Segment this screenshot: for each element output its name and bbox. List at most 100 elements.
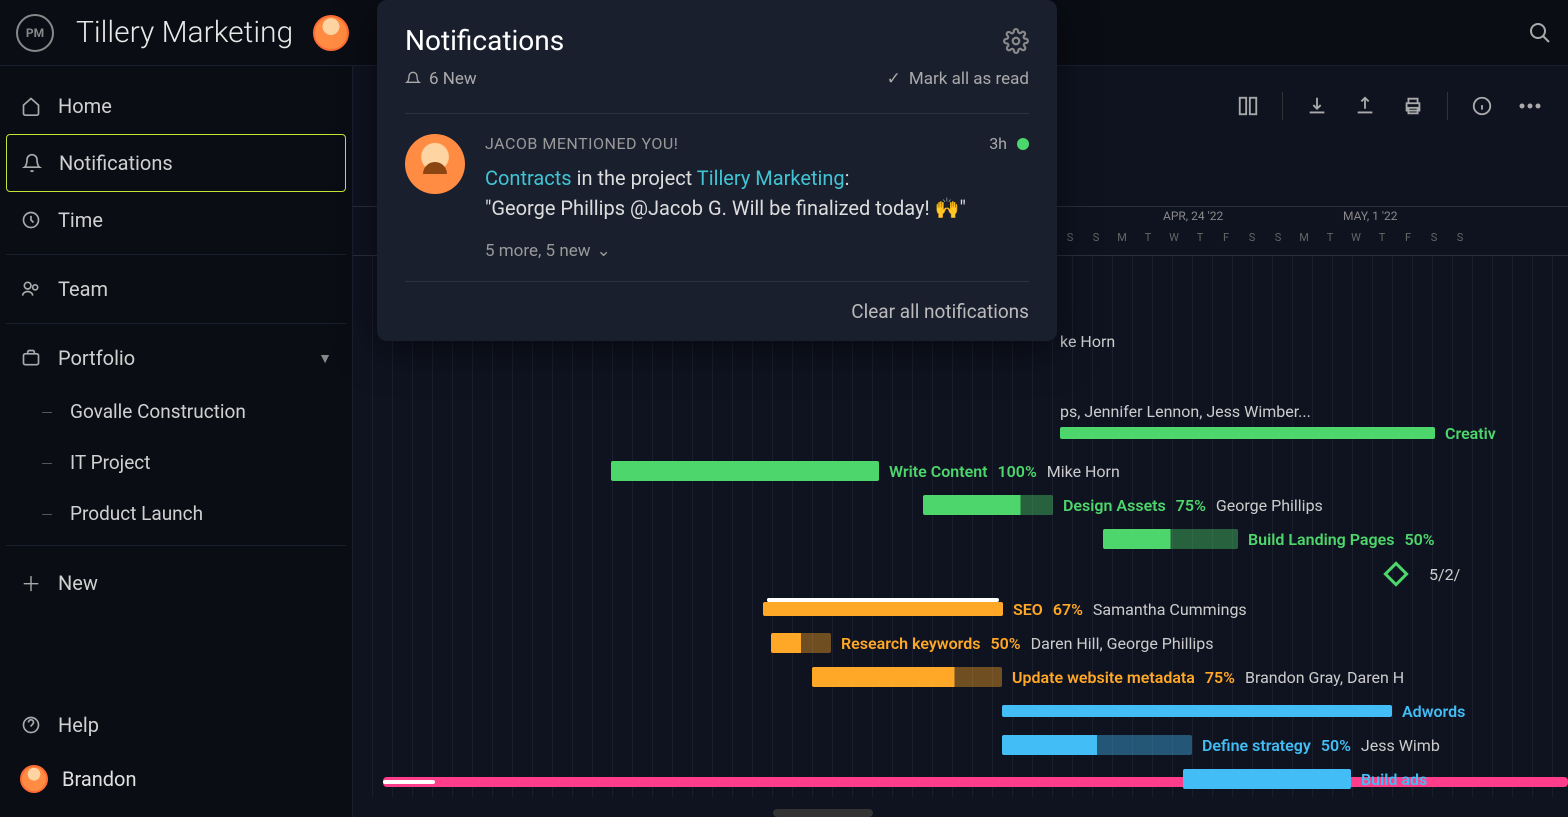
- timeline-day: S: [1086, 231, 1106, 244]
- gantt-row[interactable]: Design Assets75%George Phillips: [923, 490, 1323, 520]
- gantt-row[interactable]: Research keywords50%Daren Hill, George P…: [771, 628, 1214, 658]
- gantt-row[interactable]: Build Landing Pages50%: [1103, 524, 1435, 554]
- sidebar-user[interactable]: Brandon: [6, 753, 346, 805]
- sidebar-item-label: New: [58, 571, 98, 595]
- notification-link[interactable]: Tillery Marketing: [697, 166, 845, 190]
- portfolio-child-product[interactable]: Product Launch: [20, 488, 346, 539]
- sidebar-item-label: Help: [58, 713, 99, 737]
- toolbar: [1234, 92, 1568, 120]
- grid-icon[interactable]: [1234, 92, 1262, 120]
- task-percent: 50%: [991, 634, 1021, 653]
- unread-dot-icon: [1017, 138, 1029, 150]
- gantt-bar[interactable]: [1103, 529, 1238, 549]
- sidebar-item-help[interactable]: Help: [6, 697, 346, 753]
- gantt-row[interactable]: Define strategy50%Jess Wimb: [1002, 730, 1440, 760]
- users-icon: [20, 279, 42, 299]
- gantt-row[interactable]: Build ads: [1183, 764, 1427, 794]
- timeline-day: W: [1164, 231, 1184, 244]
- sidebar-item-label: Notifications: [59, 151, 173, 175]
- gantt-row[interactable]: ke Horn: [1060, 326, 1115, 356]
- gantt-bar[interactable]: [1002, 705, 1392, 717]
- bell-icon: [21, 153, 43, 173]
- timeline-day: M: [1112, 231, 1132, 244]
- gantt-row[interactable]: 5/2/: [1387, 559, 1460, 589]
- timeline-day: T: [1372, 231, 1392, 244]
- timeline-day: S: [1060, 231, 1080, 244]
- mark-all-read-button[interactable]: ✓ Mark all as read: [887, 69, 1029, 89]
- timeline-day: T: [1190, 231, 1210, 244]
- sidebar-item-label: Team: [58, 277, 108, 301]
- notification-link[interactable]: Contracts: [485, 166, 572, 190]
- avatar-icon[interactable]: [313, 15, 349, 51]
- timeline-day: F: [1216, 231, 1236, 244]
- task-assignees: Brandon Gray, Daren H: [1245, 668, 1404, 687]
- gantt-row[interactable]: SEO67%Samantha Cummings: [763, 594, 1247, 624]
- timeline-day: S: [1450, 231, 1470, 244]
- task-percent: 75%: [1176, 496, 1206, 515]
- portfolio-child-govalle[interactable]: Govalle Construction: [20, 386, 346, 437]
- bell-icon: [405, 71, 421, 87]
- gantt-bar[interactable]: [1060, 427, 1435, 439]
- task-name: Define strategy: [1202, 736, 1311, 755]
- task-name: Build ads: [1361, 770, 1427, 789]
- gantt-bar[interactable]: [1183, 769, 1351, 789]
- timeline-day: T: [1320, 231, 1340, 244]
- notification-item[interactable]: JACOB MENTIONED YOU! 3h Contracts in the…: [405, 113, 1029, 261]
- sidebar-item-portfolio[interactable]: Portfolio ▼: [6, 330, 346, 386]
- gear-icon[interactable]: [1003, 28, 1029, 54]
- clear-all-button[interactable]: Clear all notifications: [405, 281, 1029, 323]
- download-icon[interactable]: [1303, 92, 1331, 120]
- upload-icon[interactable]: [1351, 92, 1379, 120]
- gantt-row[interactable]: Update website metadata 75% Brandon Gray, …: [812, 662, 1404, 692]
- sidebar-item-notifications[interactable]: Notifications: [6, 134, 346, 192]
- sidebar-item-team[interactable]: Team: [6, 261, 346, 317]
- home-icon: [20, 96, 42, 116]
- gantt-row[interactable]: Write Content100%Mike Horn: [611, 456, 1120, 486]
- show-more-button[interactable]: 5 more, 5 new ⌄: [485, 241, 1029, 261]
- sidebar-item-label: Portfolio: [58, 346, 135, 370]
- task-percent: 75%: [1205, 668, 1235, 687]
- chevron-down-icon: ▼: [318, 350, 332, 367]
- app-logo[interactable]: PM: [16, 14, 54, 52]
- notification-message: Contracts in the project Tillery Marketi…: [485, 163, 1029, 223]
- plus-icon: ＋: [20, 568, 42, 597]
- sidebar-item-new[interactable]: ＋ New: [6, 552, 346, 613]
- notifications-title: Notifications: [405, 24, 564, 57]
- briefcase-icon: [20, 348, 42, 368]
- timeline-day: S: [1424, 231, 1444, 244]
- milestone-label: 5/2/: [1429, 565, 1460, 584]
- gantt-bar[interactable]: [923, 495, 1053, 515]
- task-name: Design Assets: [1063, 496, 1166, 515]
- task-name: Build Landing Pages: [1248, 530, 1394, 549]
- task-percent: 100%: [998, 462, 1037, 481]
- sidebar-item-home[interactable]: Home: [6, 78, 346, 134]
- sidebar-item-label: Time: [58, 208, 103, 232]
- task-name: Adwords: [1402, 702, 1465, 721]
- gantt-bar[interactable]: [1002, 735, 1192, 755]
- sidebar-item-time[interactable]: Time: [6, 192, 346, 248]
- task-assignees: Daren Hill, George Phillips: [1031, 634, 1214, 653]
- gantt-row[interactable]: Creativ: [1060, 418, 1496, 448]
- gantt-bar[interactable]: [771, 633, 831, 653]
- more-icon[interactable]: [1516, 92, 1544, 120]
- timeline-month: MAY, 1 '22: [1343, 209, 1397, 223]
- gantt-bar[interactable]: [812, 667, 1002, 687]
- gantt-bar[interactable]: [763, 602, 1003, 616]
- task-name: Update website metadata: [1012, 668, 1195, 687]
- milestone-icon: [1383, 561, 1408, 586]
- horizontal-scrollbar[interactable]: [773, 809, 873, 817]
- task-percent: 50%: [1321, 736, 1351, 755]
- gantt-row[interactable]: Adwords: [1002, 696, 1465, 726]
- print-icon[interactable]: [1399, 92, 1427, 120]
- timeline-day: S: [1268, 231, 1288, 244]
- check-icon: ✓: [887, 69, 901, 89]
- timeline-day: F: [1398, 231, 1418, 244]
- gantt-bar[interactable]: [611, 461, 879, 481]
- portfolio-child-it[interactable]: IT Project: [20, 437, 346, 488]
- search-icon[interactable]: [1528, 21, 1552, 45]
- info-icon[interactable]: [1468, 92, 1496, 120]
- timeline-month: APR, 24 '22: [1163, 209, 1223, 223]
- sidebar-item-label: Home: [58, 94, 112, 118]
- chevron-down-icon: ⌄: [597, 241, 611, 261]
- avatar-icon: [405, 134, 465, 194]
